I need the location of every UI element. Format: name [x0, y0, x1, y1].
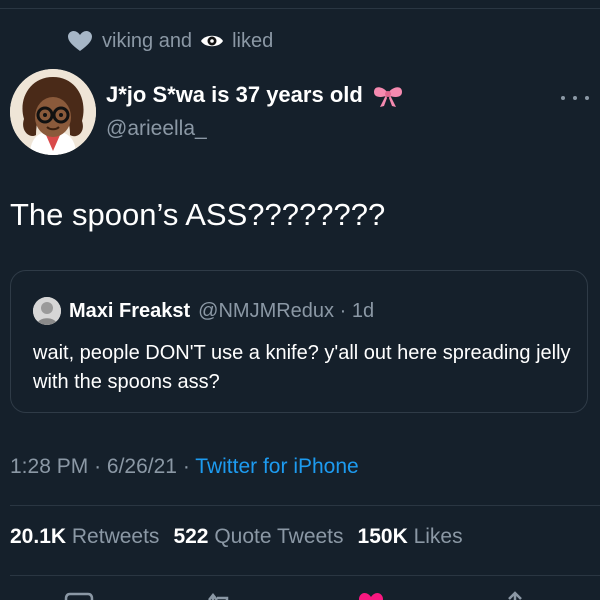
quoted-text: wait, people DON'T use a knife? y'all ou… [33, 342, 571, 393]
quoted-separator: · [339, 299, 347, 322]
quoted-handle-text: @NMJMRedux [198, 299, 335, 322]
likes-stat[interactable]: 150K Likes [358, 525, 463, 549]
stats-divider-top [10, 505, 600, 506]
quoted-age: 1d [351, 299, 375, 322]
more-dot [573, 96, 577, 100]
liked-context: viking and liked [66, 27, 273, 55]
retweets-stat[interactable]: 20.1K Retweets [10, 525, 159, 549]
quotes-count: 522 [173, 525, 209, 548]
handle[interactable]: @arieella_ [106, 117, 207, 141]
more-dot [585, 96, 589, 100]
more-dot [561, 96, 565, 100]
retweet-icon[interactable] [205, 590, 235, 600]
like-icon[interactable] [356, 590, 386, 600]
quoted-handle: @NMJMRedux · 1d [198, 300, 374, 323]
tweet-meta: 1:28 PM · 6/26/21 · Twitter for iPhone [10, 455, 359, 479]
meta-separator: · [94, 455, 102, 478]
tweet-time: 1:28 PM [10, 455, 89, 478]
meta-separator: · [182, 455, 190, 478]
quoted-name: Maxi Freakst [69, 299, 191, 322]
tweet-source-link[interactable]: Twitter for iPhone [195, 455, 358, 478]
retweets-count: 20.1K [10, 525, 67, 548]
quoted-avatar-image [33, 297, 61, 325]
tweet-date: 6/26/21 [106, 455, 177, 478]
quoted-avatar [33, 297, 61, 325]
liker-name-link[interactable]: viking and [102, 30, 192, 53]
more-icon[interactable] [561, 89, 589, 107]
quoted-tweet-card[interactable]: Maxi Freakst @NMJMRedux · 1d wait, peopl… [10, 270, 588, 413]
quotes-stat[interactable]: 522 Quote Tweets [173, 525, 343, 549]
display-name[interactable]: J*jo S*wa is 37 years old [106, 82, 405, 108]
reply-icon[interactable] [64, 590, 94, 600]
display-name-text: J*jo S*wa is 37 years old [106, 82, 363, 107]
likes-label: Likes [413, 525, 463, 548]
quoted-tweet-header: Maxi Freakst @NMJMRedux · 1d [33, 297, 374, 325]
tweet-text: The spoon’s ASS???????? [10, 197, 386, 232]
avatar-image [10, 69, 96, 155]
likes-count: 150K [357, 525, 408, 548]
tweet-stats: 20.1K Retweets 522 Quote Tweets 150K Lik… [10, 525, 463, 549]
avatar[interactable] [10, 69, 96, 155]
quotes-label: Quote Tweets [214, 525, 344, 548]
bow-icon [373, 87, 402, 107]
stats-divider-bottom [10, 575, 600, 576]
share-icon[interactable] [500, 590, 530, 600]
eye-icon[interactable] [200, 32, 224, 50]
top-divider [0, 8, 600, 9]
action-bar [0, 588, 600, 600]
retweets-label: Retweets [71, 525, 160, 548]
liked-label: liked [232, 29, 274, 52]
heart-icon [68, 31, 92, 51]
